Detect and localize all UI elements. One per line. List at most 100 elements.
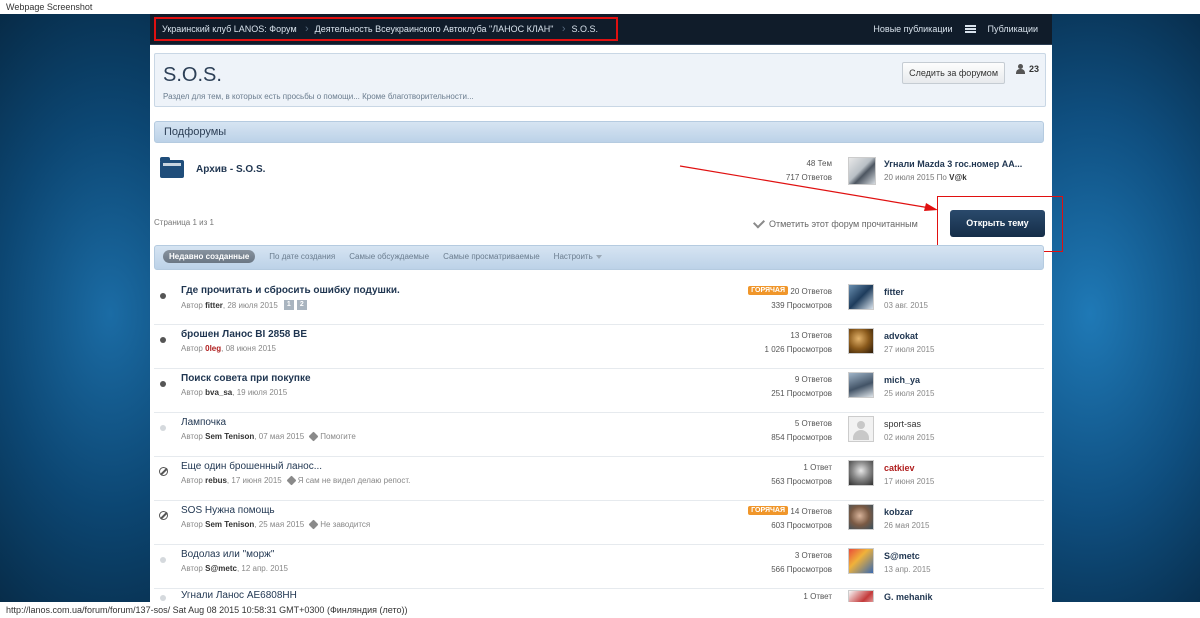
new-topic-button[interactable]: Открыть тему [950, 210, 1045, 237]
topic-title[interactable]: Угнали Ланос AE6808HH [181, 590, 297, 601]
avatar[interactable] [848, 328, 874, 354]
topic-title[interactable]: Еще один брошенный ланос... [181, 461, 322, 472]
replies-count: 14 Ответов [790, 507, 832, 516]
topic-date: 28 июля 2015 [227, 300, 278, 310]
tab-most-discussed[interactable]: Самые обсуждаемые [349, 252, 429, 261]
topic-last-post: sport-sas 02 июля 2015 [884, 417, 934, 445]
topic-title[interactable]: Водолаз или "морж" [181, 549, 274, 560]
topic-title[interactable]: Лампочка [181, 417, 226, 428]
breadcrumb: Украинский клуб LANOS: Форум › Деятельнос… [154, 17, 618, 41]
topic-last-post: advokat 27 июля 2015 [884, 329, 934, 357]
last-post-user[interactable]: G. mehanik [884, 590, 933, 602]
author-prefix: Автор [181, 564, 203, 573]
avatar[interactable] [848, 504, 874, 530]
last-post-author[interactable]: V@k [949, 173, 967, 182]
page-link[interactable]: 2 [296, 300, 307, 310]
topic-row[interactable]: Где прочитать и сбросить ошибку подушки.… [154, 280, 1044, 324]
new-posts-link[interactable]: Новые публикации [873, 24, 952, 34]
topic-row[interactable]: SOS Нужна помощь Автор Sem Tenison, 25 м… [154, 500, 1044, 544]
tab-most-viewed[interactable]: Самые просматриваемые [443, 252, 540, 261]
topic-title[interactable]: Поиск совета при покупке [181, 373, 311, 384]
topic-meta: Автор fitter, 28 июля 2015 12 [181, 300, 307, 310]
views-count: 566 Просмотров [771, 565, 832, 574]
topic-author[interactable]: S@metc [205, 564, 237, 573]
author-prefix: Автор [181, 520, 203, 529]
topic-stats: 5 Ответов 854 Просмотров [771, 417, 832, 445]
topic-title[interactable]: Где прочитать и сбросить ошибку подушки. [181, 285, 400, 296]
avatar[interactable] [848, 284, 874, 310]
topic-tag[interactable]: Помогите [320, 432, 356, 441]
topic-row[interactable]: Лампочка Автор Sem Tenison, 07 мая 2015 … [154, 412, 1044, 456]
avatar[interactable] [848, 372, 874, 398]
avatar[interactable] [848, 460, 874, 486]
views-count: 1 026 Просмотров [764, 345, 832, 354]
topic-date: 17 июня 2015 [231, 476, 282, 485]
checkmark-icon [752, 216, 766, 229]
last-post-user[interactable]: kobzar [884, 505, 929, 519]
mark-read-link[interactable]: Отметить этот форум прочитанным [752, 216, 918, 229]
topic-author[interactable]: Sem Tenison [205, 520, 254, 529]
status-bar-url: http://lanos.com.ua/forum/forum/137-sos/… [6, 605, 408, 615]
topic-row[interactable]: Водолаз или "морж" Автор S@metc, 12 апр.… [154, 544, 1044, 588]
topic-date: 08 июня 2015 [225, 344, 276, 353]
topic-tag[interactable]: Я сам не видел делаю репост. [298, 476, 411, 485]
topic-last-post: G. mehanik [884, 590, 933, 602]
tab-customize[interactable]: Настроить [554, 252, 602, 261]
replies-count: 20 Ответов [790, 287, 832, 296]
pagination-info: Страница 1 из 1 [154, 218, 214, 227]
topic-date: 07 мая 2015 [258, 432, 305, 441]
last-post-user[interactable]: catkiev [884, 461, 934, 475]
topic-row[interactable]: Угнали Ланос AE6808HH 1 Ответ G. mehanik [154, 588, 1044, 602]
author-prefix: Автор [181, 344, 203, 353]
topic-title[interactable]: SOS Нужна помощь [181, 505, 275, 516]
page-title: S.O.S. [163, 64, 222, 86]
topic-stats: 3 Ответов 566 Просмотров [771, 549, 832, 577]
topic-stats: 13 Ответов 1 026 Просмотров [765, 329, 832, 357]
topic-author[interactable]: fitter [205, 301, 223, 310]
last-post-user[interactable]: sport-sas [884, 417, 934, 431]
followers-count[interactable]: 23 [1015, 64, 1039, 74]
follow-forum-button[interactable]: Следить за форумом [902, 62, 1005, 84]
window-caption: Webpage Screenshot [6, 2, 93, 12]
topic-author[interactable]: Sem Tenison [205, 432, 254, 441]
tab-by-date[interactable]: По дате создания [269, 252, 335, 261]
topic-meta: Автор bva_sa, 19 июля 2015 [181, 388, 288, 397]
chevron-right-icon: › [561, 23, 566, 35]
topic-author[interactable]: bva_sa [205, 388, 232, 397]
last-post-date: 27 июля 2015 [884, 345, 935, 354]
last-post-date: 13 апр. 2015 [884, 565, 931, 574]
topic-title[interactable]: брошен Ланос BI 2858 BE [181, 329, 307, 340]
last-post-user[interactable]: fitter [884, 285, 928, 299]
author-prefix: Автор [181, 300, 203, 310]
breadcrumb-label: Деятельность Всеукраинского Автоклуба "Л… [314, 24, 554, 34]
author-prefix: Автор [181, 388, 203, 397]
topic-author[interactable]: 0leg [205, 344, 221, 353]
replies-count: 3 Ответов [794, 551, 832, 560]
tag-icon [308, 519, 319, 530]
topic-meta: Автор 0leg, 08 июня 2015 [181, 344, 276, 353]
publications-link[interactable]: Публикации [988, 24, 1038, 34]
topic-tag[interactable]: Не заводится [320, 520, 370, 529]
last-post-user[interactable]: mich_ya [884, 373, 934, 387]
breadcrumb-item[interactable]: Украинский клуб LANOS: Форум › [158, 23, 311, 35]
tab-recently-created[interactable]: Недавно созданные [163, 250, 256, 263]
topic-row[interactable]: Поиск совета при покупке Автор bva_sa, 1… [154, 368, 1044, 412]
breadcrumb-item[interactable]: Деятельность Всеукраинского Автоклуба "Л… [311, 23, 568, 35]
list-icon[interactable] [964, 25, 976, 33]
topic-author[interactable]: rebus [205, 476, 227, 485]
avatar[interactable] [848, 590, 874, 602]
last-post-user[interactable]: S@metc [884, 549, 931, 563]
last-post-user[interactable]: advokat [884, 329, 934, 343]
topic-row[interactable]: брошен Ланос BI 2858 BE Автор 0leg, 08 и… [154, 324, 1044, 368]
subforum-link[interactable]: Архив - S.O.S. [196, 164, 265, 175]
topic-last-post: S@metc 13 апр. 2015 [884, 549, 931, 577]
breadcrumb-item-current[interactable]: S.O.S. [567, 24, 612, 34]
page-link[interactable]: 1 [283, 300, 294, 310]
subforums-title: Подфорумы [164, 126, 227, 138]
last-post-date: 25 июля 2015 [884, 389, 935, 398]
topic-row[interactable]: Еще один брошенный ланос... Автор rebus,… [154, 456, 1044, 500]
avatar[interactable] [848, 416, 874, 442]
forum-description: Раздел для тем, в которых есть просьбы о… [163, 92, 474, 101]
tag-icon [286, 475, 297, 486]
avatar[interactable] [848, 548, 874, 574]
